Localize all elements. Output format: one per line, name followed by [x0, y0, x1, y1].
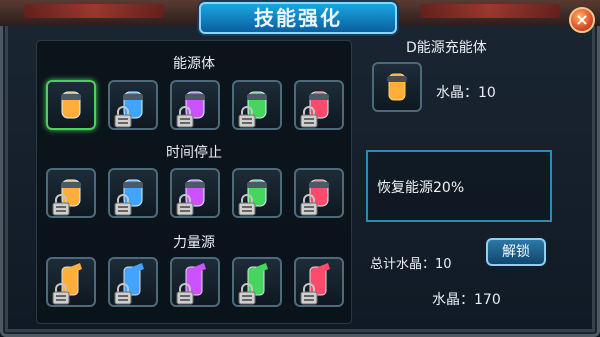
item-slot-power-purple[interactable] [170, 257, 220, 307]
item-slot-time-green[interactable] [232, 168, 282, 218]
crystal-balance: 水晶：170 [432, 292, 501, 308]
item-slot-energy-green[interactable] [232, 80, 282, 130]
item-slot-energy-purple[interactable] [170, 80, 220, 130]
item-slot-time-red[interactable] [294, 168, 344, 218]
close-button[interactable]: × [569, 7, 595, 33]
total-crystal: 总计水晶：10 [370, 257, 452, 272]
section-title-time: 时间停止 [166, 145, 222, 161]
unlock-button[interactable]: 解锁 [486, 238, 546, 266]
crystal-cost: 水晶：10 [436, 85, 496, 101]
description-text: 恢复能源20% [377, 180, 465, 196]
item-slot-power-red[interactable] [294, 257, 344, 307]
dialog-title: 技能强化 [199, 2, 397, 34]
item-slot-energy-red[interactable] [294, 80, 344, 130]
section-title-power: 力量源 [173, 235, 215, 251]
item-slot-time-blue[interactable] [108, 168, 158, 218]
item-slot-power-orange[interactable] [46, 257, 96, 307]
item-slot-time-purple[interactable] [170, 168, 220, 218]
selected-item-slot[interactable] [372, 62, 422, 112]
item-slot-time-orange[interactable] [46, 168, 96, 218]
item-slot-energy-orange[interactable] [46, 80, 96, 130]
section-title-energy: 能源体 [173, 56, 215, 72]
item-slot-power-green[interactable] [232, 257, 282, 307]
item-slot-energy-blue[interactable] [108, 80, 158, 130]
detail-title: D能源充能体 [406, 40, 487, 56]
item-slot-power-blue[interactable] [108, 257, 158, 307]
